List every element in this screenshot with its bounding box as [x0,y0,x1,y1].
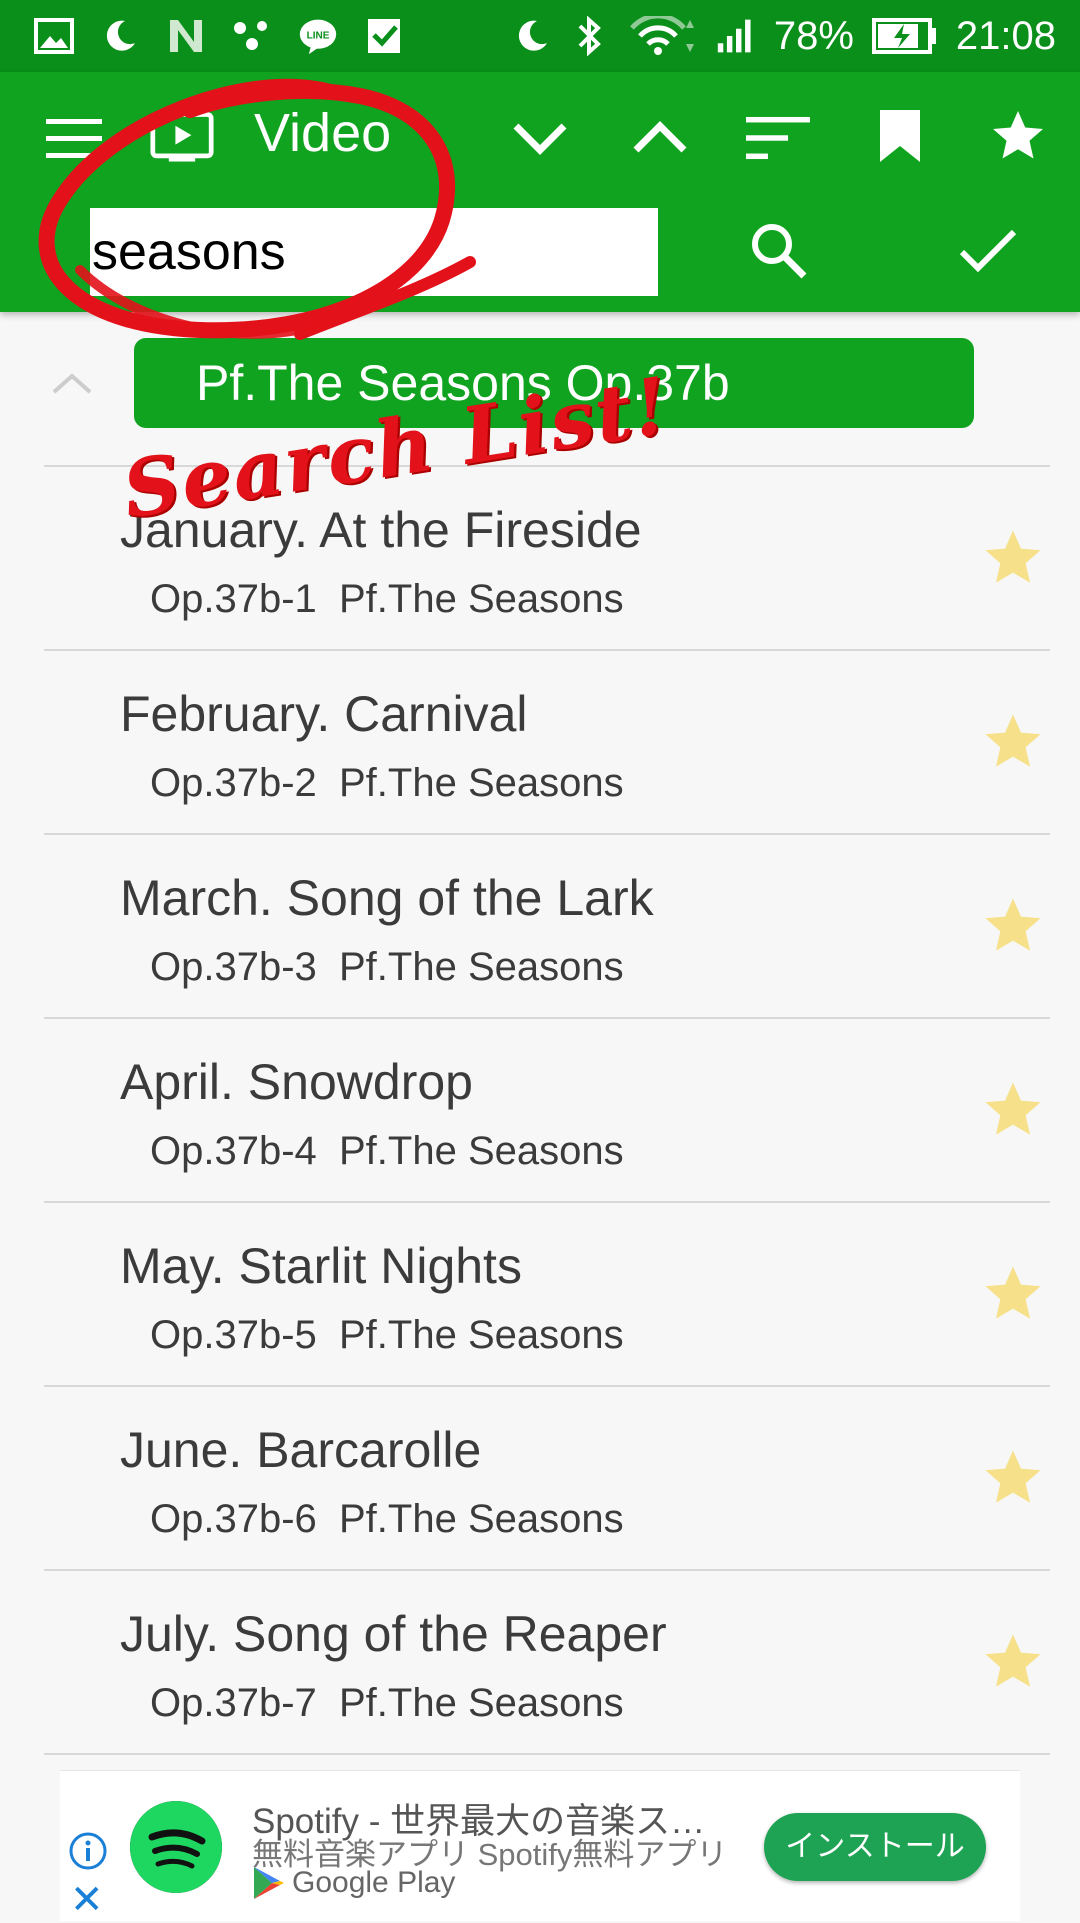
search-result-list: January. At the Fireside Op.37b-1 Pf.The… [44,465,1050,1755]
store-name: Google Play [292,1866,456,1899]
video-icon [150,106,214,170]
item-title: April. Snowdrop [120,1054,473,1110]
close-icon[interactable]: ✕ [70,1877,104,1923]
install-button[interactable]: インストール [764,1813,986,1881]
item-subtitle: Op.37b-2 Pf.The Seasons [150,761,624,805]
svg-text:LINE: LINE [307,31,330,42]
item-title: June. Barcarolle [120,1422,482,1478]
search-icon[interactable] [746,218,810,282]
moon-icon [512,16,552,56]
item-subtitle: Op.37b-6 Pf.The Seasons [150,1497,624,1541]
item-subtitle: Op.37b-7 Pf.The Seasons [150,1681,624,1725]
google-play-label: Google Play [252,1865,455,1901]
clock: 21:08 [955,13,1056,58]
image-icon [34,16,74,56]
wifi-icon [628,16,698,56]
search-box [90,208,660,296]
battery-percent: 78% [773,13,854,58]
chevron-down-icon[interactable] [508,106,572,170]
collapse-chevron-icon[interactable] [50,370,94,401]
dots-icon [232,16,272,56]
bookmark-icon[interactable] [868,104,932,168]
check-icon[interactable] [956,218,1020,282]
n-icon [166,16,206,56]
battery-icon [871,16,938,56]
item-subtitle: Op.37b-1 Pf.The Seasons [150,577,624,621]
list-item[interactable]: May. Starlit Nights Op.37b-5 Pf.The Seas… [44,1201,1050,1385]
favorite-star-icon[interactable] [980,1077,1046,1143]
item-subtitle: Op.37b-4 Pf.The Seasons [150,1129,624,1173]
favorite-star-icon[interactable] [980,1629,1046,1695]
moon-icon [100,16,140,56]
list-item[interactable]: March. Song of the Lark Op.37b-3 Pf.The … [44,833,1050,1017]
signal-icon [716,16,756,56]
favorite-star-icon[interactable] [980,525,1046,591]
favorite-star-icon[interactable] [980,1261,1046,1327]
star-icon[interactable] [986,104,1050,168]
favorite-star-icon[interactable] [980,1445,1046,1511]
spotify-logo-icon [130,1801,222,1893]
menu-icon[interactable] [42,106,106,170]
sort-icon[interactable] [746,106,810,170]
check-icon [364,16,404,56]
item-title: July. Song of the Reaper [120,1606,667,1662]
item-subtitle: Op.37b-5 Pf.The Seasons [150,1313,624,1357]
google-play-icon [254,1867,284,1899]
item-title: March. Song of the Lark [120,870,654,926]
item-title: May. Starlit Nights [120,1238,522,1294]
search-input[interactable] [90,208,660,296]
list-item[interactable]: June. Barcarolle Op.37b-6 Pf.The Seasons [44,1385,1050,1569]
line-icon: LINE [298,16,338,56]
page-title: Video [254,103,392,163]
favorite-star-icon[interactable] [980,709,1046,775]
item-subtitle: Op.37b-3 Pf.The Seasons [150,945,624,989]
app-toolbar: Video [0,72,1080,312]
info-icon[interactable] [68,1831,108,1871]
list-item[interactable]: February. Carnival Op.37b-2 Pf.The Seaso… [44,649,1050,833]
favorite-star-icon[interactable] [980,893,1046,959]
chevron-up-icon[interactable] [628,106,692,170]
ad-banner[interactable]: ✕ Spotify - 世界最大の音楽ス… 無料音楽アプリ Spotify無料ア… [60,1770,1020,1923]
list-item[interactable]: April. Snowdrop Op.37b-4 Pf.The Seasons [44,1017,1050,1201]
list-item[interactable]: July. Song of the Reaper Op.37b-7 Pf.The… [44,1569,1050,1755]
item-title: February. Carnival [120,686,528,742]
status-bar: LINE 78% 21:08 [0,0,1080,72]
bluetooth-icon [570,16,610,56]
